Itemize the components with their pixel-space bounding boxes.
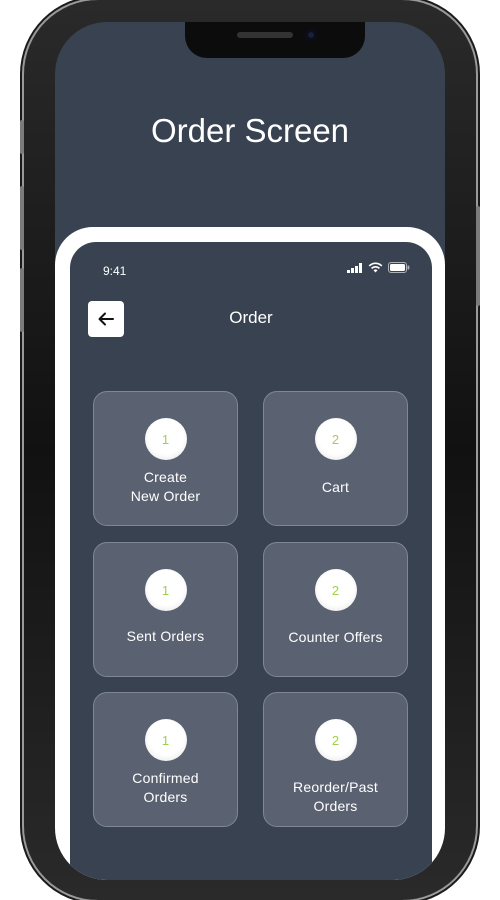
card-label: Counter Offers — [288, 629, 383, 645]
count-badge: 1 — [144, 719, 187, 761]
count-badge: 2 — [314, 719, 357, 761]
count-badge: 1 — [144, 418, 187, 460]
count-badge: 1 — [144, 569, 187, 611]
status-time: 9:41 — [103, 264, 127, 278]
card-label: Confirmed Orders — [132, 770, 199, 805]
card-label: Cart — [321, 479, 350, 495]
wifi-icon — [368, 262, 383, 273]
card-confirmed-orders[interactable]: 1 Confirmed Orders — [93, 692, 238, 827]
card-label: Reorder/Past Orders — [293, 779, 378, 814]
mute-switch — [20, 120, 24, 154]
camera-icon — [305, 29, 317, 41]
volume-up-button — [20, 186, 24, 250]
signal-icon — [347, 262, 362, 273]
power-button — [476, 206, 480, 306]
card-reorder-past-orders[interactable]: 2 Reorder/Past Orders — [263, 692, 408, 827]
status-icons — [347, 262, 410, 273]
app-screen: 9:41 Order 1 Create New Order 2 Cart 1 S… — [70, 242, 432, 880]
card-label: Create New Order — [130, 469, 201, 504]
card-counter-offers[interactable]: 2 Counter Offers — [263, 542, 408, 677]
volume-down-button — [20, 268, 24, 332]
phone-screen: Order Screen 9:41 Order 1 Create New Ord… — [55, 22, 445, 880]
count-badge: 2 — [314, 418, 357, 460]
speaker-grille — [237, 32, 293, 38]
header-title: Order — [229, 308, 273, 327]
count-badge: 2 — [314, 569, 357, 611]
notch — [185, 22, 365, 58]
battery-icon — [388, 262, 410, 273]
page-title: Order Screen — [150, 112, 350, 149]
inner-phone-frame: 9:41 Order 1 Create New Order 2 Cart 1 S… — [55, 227, 445, 880]
card-create-new-order[interactable]: 1 Create New Order — [93, 391, 238, 526]
card-sent-orders[interactable]: 1 Sent Orders — [93, 542, 238, 677]
card-label: Sent Orders — [126, 628, 205, 644]
card-cart[interactable]: 2 Cart — [263, 391, 408, 526]
